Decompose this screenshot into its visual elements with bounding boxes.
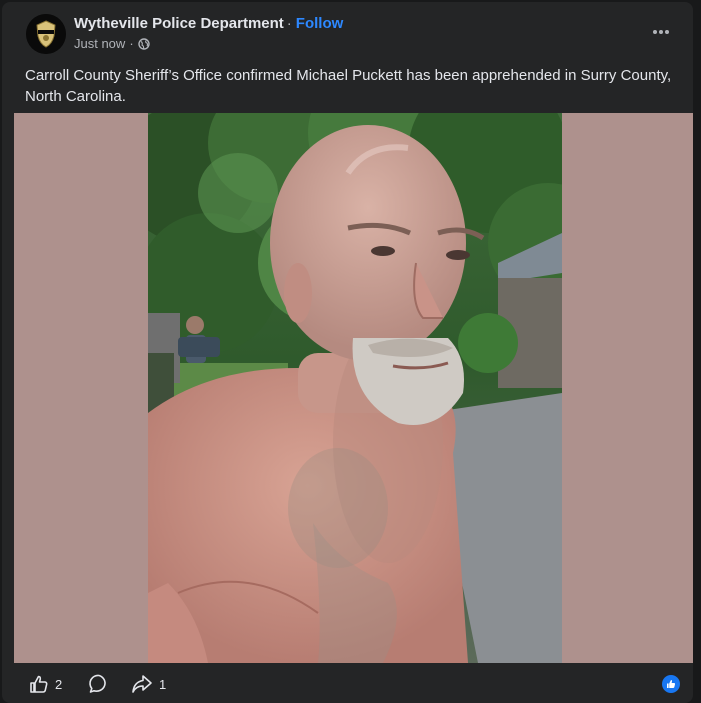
page-name-link[interactable]: Wytheville Police Department [74,15,284,32]
comment-button[interactable] [88,672,110,696]
police-badge-icon [26,14,66,54]
share-icon [132,675,152,693]
page-name-row: Wytheville Police Department · Follow [74,15,343,32]
share-button[interactable]: 1 [131,672,166,696]
follow-button[interactable]: Follow [296,15,344,32]
meta-separator: · [129,36,134,51]
post-photo[interactable] [148,113,562,663]
reaction-summary[interactable] [662,675,680,693]
like-button[interactable]: 2 [29,672,62,696]
share-count: 1 [159,676,167,692]
like-count: 2 [55,676,63,692]
post-card: Wytheville Police Department · Follow Just… [2,2,693,703]
page-avatar[interactable] [26,14,66,54]
comment-icon [89,674,106,693]
photo-image [148,113,562,663]
post-header: Wytheville Police Department · Follow Just… [2,2,693,62]
post-meta: Just now · [74,36,150,51]
post-caption: Carroll County Sheriff’s Office confirme… [25,67,672,105]
more-horizontal-icon [653,30,669,34]
like-badge-icon [667,680,676,688]
post-media[interactable] [14,113,693,663]
post-actions: 2 1 [2,664,693,703]
globe-icon [137,37,150,50]
more-options-button[interactable] [643,18,679,46]
separator: · [286,15,292,32]
timestamp[interactable]: Just now [74,36,125,51]
thumbs-up-icon [30,675,48,693]
